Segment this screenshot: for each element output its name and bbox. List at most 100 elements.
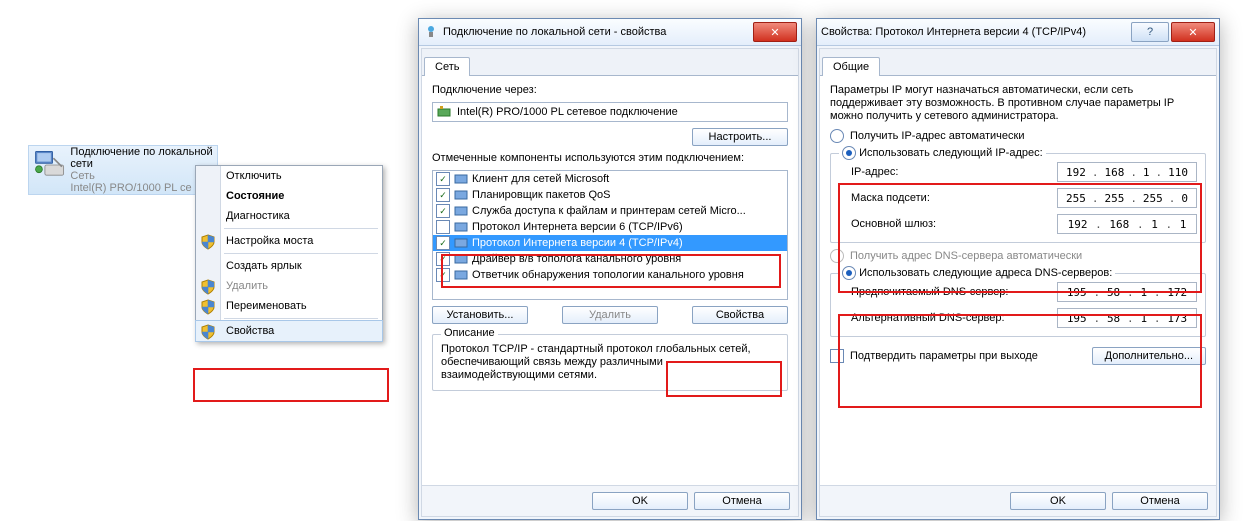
menu-item[interactable]: Создать ярлык xyxy=(196,256,382,276)
ip-octet[interactable]: 168 xyxy=(1104,166,1124,179)
component-row[interactable]: ✓Протокол Интернета версии 4 (TCP/IPv4) xyxy=(433,235,787,251)
component-label: Ответчик обнаружения топологии канальног… xyxy=(472,269,744,281)
menu-item[interactable]: Свойства xyxy=(195,320,383,342)
checkbox-icon[interactable]: ✓ xyxy=(436,268,450,282)
radio-manual-dns-label: Использовать следующие адреса DNS-сервер… xyxy=(859,267,1112,279)
ok-button[interactable]: OK xyxy=(592,492,688,510)
configure-button[interactable]: Настроить... xyxy=(692,128,788,146)
component-row[interactable]: ✓ Ответчик обнаружения топологии канально… xyxy=(433,267,787,283)
ip-octet[interactable]: 168 xyxy=(1109,218,1129,231)
menu-item-label: Отключить xyxy=(226,170,282,182)
ip-octet[interactable]: 1 xyxy=(1143,166,1150,179)
radio-icon xyxy=(830,129,844,143)
dns1-field[interactable]: 195.58.1.172 xyxy=(1057,282,1197,302)
radio-icon[interactable] xyxy=(842,146,856,160)
radio-icon[interactable] xyxy=(842,266,856,280)
ip-octet[interactable]: 195 xyxy=(1067,286,1087,299)
checkbox-icon[interactable]: ✓ xyxy=(436,236,450,250)
nc-sub1: Сеть xyxy=(70,170,213,182)
ip-octet[interactable]: 255 xyxy=(1066,192,1086,205)
network-connection-item[interactable]: Подключение по локальной сети Сеть Intel… xyxy=(28,145,218,195)
component-icon xyxy=(454,220,468,234)
menu-item[interactable]: Диагностика xyxy=(196,206,382,226)
properties-button[interactable]: Свойства xyxy=(692,306,788,324)
menu-item[interactable]: Отключить xyxy=(196,166,382,186)
component-icon xyxy=(454,172,468,186)
radio-auto-ip[interactable]: Получить IP-адрес автоматически xyxy=(830,129,1206,143)
checkbox-icon[interactable]: ✓ xyxy=(436,252,450,266)
connect-via-label: Подключение через: xyxy=(432,84,788,96)
checkbox-icon[interactable]: ✓ xyxy=(436,204,450,218)
nc-sub2: Intel(R) PRO/1000 PL се xyxy=(70,182,213,194)
nc-title: Подключение по локальной сети xyxy=(70,146,213,170)
dns2-label: Альтернативный DNS-сервер: xyxy=(851,312,1049,324)
checkbox-icon[interactable]: ✓ xyxy=(436,172,450,186)
ip-octet[interactable]: 110 xyxy=(1168,166,1188,179)
validate-checkbox[interactable]: Подтвердить параметры при выходе xyxy=(830,349,1038,363)
ip-octet[interactable]: 58 xyxy=(1107,286,1120,299)
ip-field[interactable]: 192.168.1.110 xyxy=(1057,162,1197,182)
cancel-button[interactable]: Отмена xyxy=(1112,492,1208,510)
ip-octet[interactable]: 1 xyxy=(1140,312,1147,325)
radio-manual-ip-label: Использовать следующий IP-адрес: xyxy=(859,147,1043,159)
menu-item[interactable]: Настройка моста xyxy=(196,231,382,251)
menu-item[interactable]: Переименовать xyxy=(196,296,382,316)
ip-octet[interactable]: 1 xyxy=(1140,286,1147,299)
checkbox-icon xyxy=(830,349,844,363)
component-icon xyxy=(454,252,468,266)
shield-icon xyxy=(200,299,216,315)
component-row[interactable]: ✓Драйвер в/в тополога канального уровня xyxy=(433,251,787,267)
close-button[interactable]: ✕ xyxy=(1171,22,1215,42)
ip-octet[interactable]: 255 xyxy=(1143,192,1163,205)
tab-network[interactable]: Сеть xyxy=(424,57,470,76)
ip-octet[interactable]: 0 xyxy=(1181,192,1188,205)
remove-button[interactable]: Удалить xyxy=(562,306,658,324)
component-row[interactable]: ✓Клиент для сетей Microsoft xyxy=(433,171,787,187)
menu-item-label: Диагностика xyxy=(226,210,290,222)
description-text: Протокол TCP/IP - стандартный протокол г… xyxy=(441,343,779,382)
ip-octet[interactable]: 255 xyxy=(1104,192,1124,205)
ip-octet[interactable]: 172 xyxy=(1167,286,1187,299)
ip-octet[interactable]: 173 xyxy=(1167,312,1187,325)
ip-octet[interactable]: 1 xyxy=(1151,218,1158,231)
component-label: Протокол Интернета версии 6 (TCP/IPv6) xyxy=(472,221,683,233)
lan-properties-window: Подключение по локальной сети - свойства… xyxy=(418,18,802,520)
component-row[interactable]: ✓Планировщик пакетов QoS xyxy=(433,187,787,203)
dns2-field[interactable]: 195.58.1.173 xyxy=(1057,308,1197,328)
radio-label: Получить IP-адрес автоматически xyxy=(850,130,1024,142)
help-button[interactable]: ? xyxy=(1131,22,1169,42)
ip-octet[interactable]: 192 xyxy=(1066,166,1086,179)
component-row[interactable]: Протокол Интернета версии 6 (TCP/IPv6) xyxy=(433,219,787,235)
checkbox-icon[interactable] xyxy=(436,220,450,234)
checkbox-icon[interactable]: ✓ xyxy=(436,188,450,202)
menu-item-label: Удалить xyxy=(226,280,268,292)
tab-general[interactable]: Общие xyxy=(822,57,880,76)
install-button[interactable]: Установить... xyxy=(432,306,528,324)
close-button[interactable]: ✕ xyxy=(753,22,797,42)
window-title: Свойства: Протокол Интернета версии 4 (T… xyxy=(821,26,1129,38)
radio-icon xyxy=(830,249,844,263)
gateway-field[interactable]: 192.168.1.1 xyxy=(1057,214,1197,234)
ok-button[interactable]: OK xyxy=(1010,492,1106,510)
titlebar[interactable]: Свойства: Протокол Интернета версии 4 (T… xyxy=(817,19,1219,46)
menu-item-label: Создать ярлык xyxy=(226,260,302,272)
highlight-box xyxy=(193,368,389,402)
ip-octet[interactable]: 58 xyxy=(1107,312,1120,325)
ip-octet[interactable]: 195 xyxy=(1067,312,1087,325)
titlebar[interactable]: Подключение по локальной сети - свойства… xyxy=(419,19,801,46)
dns1-label: Предпочитаемый DNS-сервер: xyxy=(851,286,1049,298)
component-row[interactable]: ✓Служба доступа к файлам и принтерам сет… xyxy=(433,203,787,219)
menu-item[interactable]: Состояние xyxy=(196,186,382,206)
ip-octet[interactable]: 192 xyxy=(1068,218,1088,231)
shield-icon xyxy=(200,279,216,295)
context-menu: Отключить Состояние Диагностика Настройка м… xyxy=(195,165,383,342)
radio-auto-dns: Получить адрес DNS-сервера автоматически xyxy=(830,249,1206,263)
ip-octet[interactable]: 1 xyxy=(1180,218,1187,231)
menu-item-label: Свойства xyxy=(226,325,274,337)
description-heading: Описание xyxy=(441,327,498,339)
mask-field[interactable]: 255.255.255.0 xyxy=(1057,188,1197,208)
cancel-button[interactable]: Отмена xyxy=(694,492,790,510)
components-list[interactable]: ✓Клиент для сетей Microsoft✓Планировщик … xyxy=(432,170,788,300)
ipv4-properties-window: Свойства: Протокол Интернета версии 4 (T… xyxy=(816,18,1220,520)
advanced-button[interactable]: Дополнительно... xyxy=(1092,347,1206,365)
